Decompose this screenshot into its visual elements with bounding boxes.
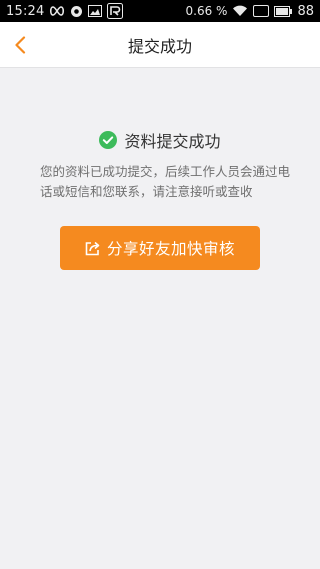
wifi-icon xyxy=(232,5,248,17)
no-sim-icon xyxy=(253,5,270,17)
success-text: 资料提交成功 xyxy=(124,132,221,151)
submission-description: 您的资料已成功提交，后续工作人员会通过电话或短信和您联系，请注意接听或查收 xyxy=(40,164,291,199)
chevron-left-icon xyxy=(15,35,26,54)
battery-icon xyxy=(274,5,293,17)
check-circle-icon xyxy=(99,131,118,149)
status-bar-right: 0.66 % 88 xyxy=(186,4,314,19)
infinity-icon xyxy=(49,6,65,16)
status-percent: 0.66 % xyxy=(185,4,228,18)
image-icon xyxy=(88,5,103,17)
status-time: 15:24 xyxy=(6,3,45,19)
status-bar: 15:24 0.66 % 88 xyxy=(0,0,320,22)
share-button[interactable]: 分享好友加快审核 xyxy=(60,226,260,270)
battery-level: 88 xyxy=(297,3,314,19)
main-content: 资料提交成功 您的资料已成功提交，后续工作人员会通过电话或短信和您联系，请注意接… xyxy=(0,68,320,569)
share-button-label: 分享好友加快审核 xyxy=(106,240,235,258)
back-button[interactable] xyxy=(14,22,44,67)
success-message: 资料提交成功 xyxy=(0,128,320,152)
share-icon xyxy=(85,241,100,255)
app-notification-icon xyxy=(107,3,124,19)
sync-icon xyxy=(70,5,83,18)
page-title: 提交成功 xyxy=(127,36,192,56)
nav-bar: 提交成功 xyxy=(0,22,320,68)
status-bar-left: 15:24 xyxy=(6,3,124,19)
